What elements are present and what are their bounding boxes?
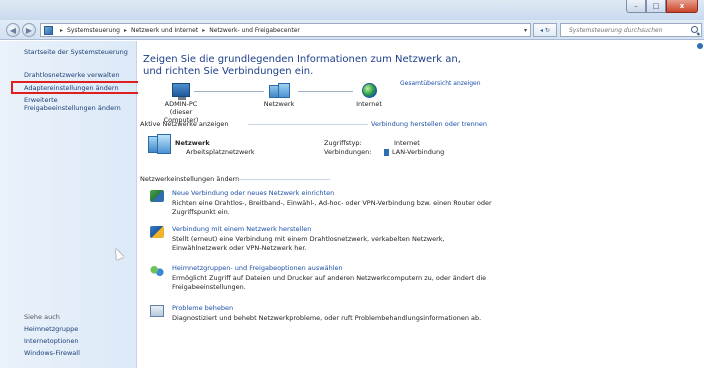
breadcrumb-separator: ▸	[60, 26, 64, 34]
map-node-network[interactable]: Netzwerk	[254, 83, 304, 108]
change-settings-title: Netzwerkeinstellungen ändern	[140, 175, 240, 183]
task-description: Diagnostiziert und behebt Netzwerkproble…	[172, 314, 482, 322]
troubleshoot-icon	[150, 305, 164, 317]
active-networks-title: Aktive Netzwerke anzeigen	[140, 120, 229, 128]
connections-label: Verbindungen:	[324, 148, 372, 156]
sidebar-link-internet-options[interactable]: Internetoptionen	[24, 337, 78, 345]
breadcrumb-systemsteuerung[interactable]: Systemsteuerung	[67, 27, 120, 34]
close-button[interactable]: x	[666, 0, 698, 13]
search-box[interactable]	[560, 23, 702, 37]
sidebar-link-wireless[interactable]: Drahtlosnetzwerke verwalten	[24, 71, 119, 79]
task-description: Stellt (erneut) eine Verbindung mit eine…	[172, 235, 445, 252]
sidebar-link-advanced[interactable]: Erweiterte	[24, 96, 58, 104]
search-icon[interactable]	[691, 26, 698, 33]
divider	[234, 179, 330, 180]
task-title[interactable]: Neue Verbindung oder neues Netzwerk einr…	[172, 189, 334, 197]
navigation-bar: ◀ ▶ ▸ Systemsteuerung ▸ Netzwerk und Int…	[0, 20, 704, 40]
refresh-button[interactable]: ◂ ↻	[533, 23, 557, 37]
back-button[interactable]: ◀	[6, 23, 20, 37]
lan-connection-label[interactable]: LAN-Verbindung	[392, 148, 444, 156]
minimize-button[interactable]: –	[626, 0, 646, 13]
pc-name: ADMIN-PC	[164, 100, 198, 108]
help-icon[interactable]	[697, 43, 703, 49]
active-network-name: Netzwerk	[175, 139, 210, 147]
see-also-label: Siehe auch	[24, 313, 60, 321]
globe-icon	[361, 83, 377, 98]
control-panel-icon	[44, 25, 53, 35]
task-title[interactable]: Verbindung mit einem Netzwerk herstellen	[172, 225, 311, 233]
address-dropdown-icon[interactable]: ▾	[524, 27, 527, 34]
connect-network-icon	[150, 226, 164, 238]
title-bar: – □ x	[0, 0, 704, 20]
network-icon	[269, 83, 290, 98]
sidebar-link-home[interactable]: Startseite der Systemsteuerung	[24, 48, 128, 56]
page-title: Zeigen Sie die grundlegenden Information…	[143, 54, 461, 77]
address-bar[interactable]: ▸ Systemsteuerung ▸ Netzwerk und Interne…	[40, 23, 531, 37]
task-description: Ermöglicht Zugriff auf Dateien und Druck…	[172, 274, 487, 291]
access-type-label: Zugriffstyp:	[324, 139, 362, 147]
homegroup-icon	[150, 265, 164, 277]
highlight-box	[11, 81, 151, 94]
map-node-internet[interactable]: Internet	[344, 83, 394, 108]
task-title[interactable]: Probleme beheben	[172, 304, 233, 312]
network-label: Netzwerk	[263, 100, 295, 108]
sidebar-link-sharing[interactable]: Freigabeeinstellungen ändern	[24, 104, 121, 112]
breadcrumb-netzwerk-internet[interactable]: Netzwerk und Internet	[131, 27, 198, 34]
new-connection-icon	[150, 190, 164, 202]
forward-button[interactable]: ▶	[22, 23, 36, 37]
breadcrumb-separator[interactable]: ▸	[202, 27, 205, 34]
divider	[248, 124, 368, 125]
map-node-pc[interactable]: ADMIN-PC (dieser Computer)	[156, 83, 206, 124]
task-description: Richten eine Drahtlos-, Breitband-, Einw…	[172, 199, 492, 216]
lan-icon	[384, 148, 389, 156]
maximize-button[interactable]: □	[646, 0, 666, 13]
access-type-value: Internet	[394, 139, 420, 147]
network-type-link[interactable]: Arbeitsplatznetzwerk	[186, 148, 255, 156]
network-map: ADMIN-PC (dieser Computer) Netzwerk Inte…	[148, 83, 508, 124]
breadcrumb-freigabecenter[interactable]: Netzwerk- und Freigabecenter	[209, 27, 300, 34]
computer-icon	[172, 83, 190, 100]
active-network-icon	[148, 134, 171, 154]
sidebar-link-homegroup[interactable]: Heimnetzgruppe	[24, 325, 78, 333]
task-title[interactable]: Heimnetzgruppen- und Freigabeoptionen au…	[172, 264, 343, 272]
search-input[interactable]	[561, 24, 681, 36]
window-controls: – □ x	[626, 0, 698, 13]
breadcrumb-separator[interactable]: ▸	[124, 27, 127, 34]
lan-connection-link[interactable]: LAN-Verbindung	[384, 148, 444, 156]
main-content: Zeigen Sie die grundlegenden Information…	[138, 41, 704, 368]
internet-label: Internet	[356, 100, 382, 108]
sidebar-link-firewall[interactable]: Windows-Firewall	[24, 349, 80, 357]
connect-disconnect-link[interactable]: Verbindung herstellen oder trennen	[371, 120, 487, 128]
